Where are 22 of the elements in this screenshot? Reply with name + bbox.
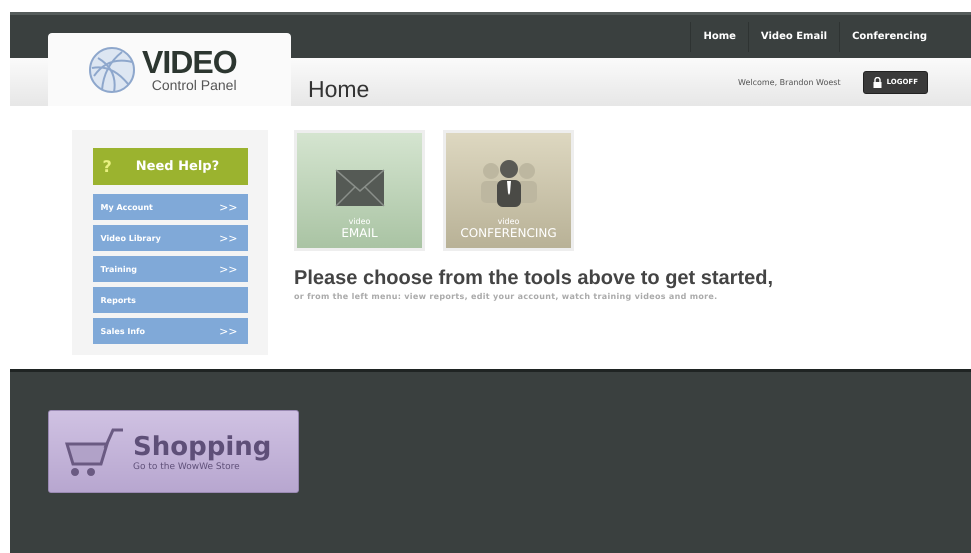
envelope-icon [334, 169, 384, 207]
menu-item[interactable]: Sales Info >> [92, 318, 248, 344]
welcome-text: Welcome, Brandon Woest [738, 78, 841, 86]
shopping-button[interactable]: Shopping Go to the WowWe Store [48, 410, 299, 493]
menu-item[interactable]: Reports [92, 287, 248, 313]
video-conferencing-tile[interactable]: video CONFERENCING [443, 130, 574, 251]
globe-logo-icon [88, 46, 136, 94]
cart-icon [65, 426, 125, 478]
subheading: or from the left menu: view reports, edit your account, watch training videos and more. [294, 292, 718, 301]
page-title: Home [308, 76, 370, 102]
nav-link[interactable]: Video Email [748, 22, 840, 52]
menu-item[interactable]: Training >> [92, 256, 248, 282]
menu-item[interactable]: My Account >> [92, 194, 248, 220]
logo-title: VIDEO [142, 46, 237, 76]
lock-icon [872, 76, 882, 88]
menu-item[interactable]: Video Library >> [92, 225, 248, 251]
nav-link[interactable]: Home [690, 22, 748, 52]
help-button[interactable]: ? Need Help? [92, 148, 248, 185]
logo-subtitle: Control Panel [152, 76, 237, 92]
video-email-tile[interactable]: video EMAIL [294, 130, 425, 251]
nav-link[interactable]: Conferencing [839, 22, 939, 52]
heading: Please choose from the tools above to get started, [294, 267, 774, 290]
